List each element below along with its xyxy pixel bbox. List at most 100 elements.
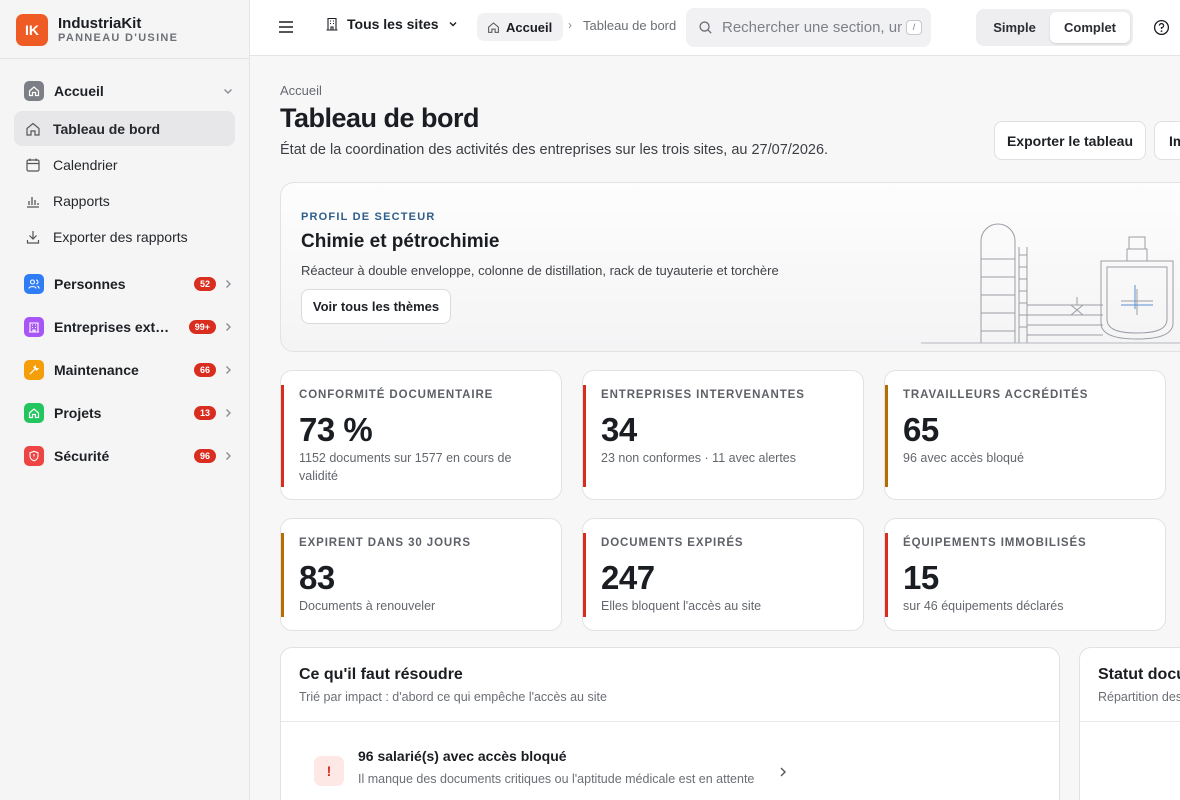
brand[interactable]: IK IndustriaKit PANNEAU D'USINE [16, 14, 178, 46]
kpi-card-entreprises[interactable]: ENTREPRISES INTERVENANTES 34 23 non conf… [582, 370, 864, 500]
sidebar-item-rapports[interactable]: Rapports [14, 183, 235, 218]
export-dashboard-button[interactable]: Exporter le tableau [994, 121, 1146, 160]
status-accent-bar [281, 533, 284, 617]
site-selector[interactable]: Tous les sites [325, 16, 459, 32]
home-outline-icon [488, 21, 499, 33]
panel-divider [281, 721, 1059, 722]
breadcrumb-home[interactable]: Accueil [477, 13, 564, 41]
kpi-value: 83 [299, 559, 335, 596]
home-icon [24, 403, 44, 423]
secondary-action-button[interactable]: Im [1154, 121, 1180, 160]
sidebar-item-label: Rapports [53, 192, 110, 209]
sidebar-group-label: Maintenance [54, 362, 139, 378]
sidebar-group-projets[interactable]: Projets 13 [14, 395, 236, 431]
sector-profile-card: PROFIL DE SECTEUR Chimie et pétrochimie … [280, 182, 1180, 352]
kpi-value: 73 % [299, 411, 373, 448]
shield-icon [24, 446, 44, 466]
top-header: Tous les sites Accueil › Tableau de bord… [250, 0, 1180, 56]
kpi-card-expirent-30-jours[interactable]: EXPIRENT DANS 30 JOURS 83 Documents à re… [280, 518, 562, 631]
chevron-down-icon [449, 22, 457, 27]
keyboard-shortcut: / [906, 20, 922, 35]
status-accent-bar [583, 385, 586, 487]
profile-title: Chimie et pétrochimie [301, 231, 500, 252]
kpi-label: DOCUMENTS EXPIRÉS [601, 537, 744, 549]
brand-logo: IK [16, 14, 48, 46]
building-icon [24, 317, 44, 337]
view-mode-toggle: Simple Complet [976, 9, 1133, 46]
search-input[interactable] [722, 19, 902, 36]
chevron-right-icon [226, 366, 231, 374]
view-themes-button[interactable]: Voir tous les thèmes [301, 289, 451, 324]
kpi-description: 96 avec accès bloqué [903, 451, 1024, 465]
kpi-value: 65 [903, 411, 939, 448]
kpi-description: 1152 documents sur 1577 en cours de vali… [299, 451, 512, 483]
sidebar-group-personnes[interactable]: Personnes 52 [14, 266, 236, 302]
kpi-card-conformite[interactable]: CONFORMITÉ DOCUMENTAIRE 73 % 1152 docume… [280, 370, 562, 500]
panel-subtitle: Trié par impact : d'abord ce qui empêche… [299, 690, 607, 704]
kpi-value: 247 [601, 559, 655, 596]
bar-chart-icon [24, 192, 42, 210]
main-content: Accueil Tableau de bord État de la coord… [250, 57, 1180, 800]
sidebar-item-exporter-des-rapports[interactable]: Exporter des rapports [14, 219, 235, 254]
profile-kicker: PROFIL DE SECTEUR [301, 211, 436, 223]
breadcrumb-home-label: Accueil [506, 19, 553, 35]
profile-description: Réacteur à double enveloppe, colonne de … [301, 263, 779, 278]
sidebar-group-label: Personnes [54, 276, 126, 292]
panel-subtitle: Répartition des documents [1098, 690, 1180, 704]
sidebar-group-entreprises-exterieures[interactable]: Entreprises extérieures 99+ [14, 309, 236, 345]
chemical-plant-illustration-icon [921, 223, 1180, 344]
kpi-description: 23 non conformes · 11 avec alertes [601, 451, 797, 465]
help-icon[interactable] [1153, 19, 1170, 36]
brand-name: IndustriaKit [58, 15, 142, 32]
status-accent-bar [885, 533, 888, 617]
menu-icon[interactable] [276, 17, 296, 37]
kpi-description: Elles bloquent l'accès au site [601, 599, 762, 613]
panel-divider [1080, 721, 1180, 722]
home-icon [24, 81, 44, 101]
sidebar-item-tableau-de-bord[interactable]: Tableau de bord [14, 111, 235, 146]
kpi-description: sur 46 équipements déclarés [903, 599, 1064, 613]
issue-title: 96 salarié(s) avec accès bloqué [358, 748, 567, 764]
sidebar-item-calendrier[interactable]: Calendrier [14, 147, 235, 182]
sidebar-group-label: Entreprises extérieures [54, 319, 176, 335]
kpi-card-equipements-immobilises[interactable]: ÉQUIPEMENTS IMMOBILISÉS 15 sur 46 équipe… [884, 518, 1166, 631]
list-item[interactable]: ! 96 salarié(s) avec accès bloqué Il man… [314, 742, 789, 792]
site-selector-label: Tous les sites [347, 16, 439, 32]
chevron-down-icon [224, 89, 232, 94]
resolve-panel: Ce qu'il faut résoudre Trié par impact :… [280, 647, 1060, 800]
page-subtitle: État de la coordination des activités de… [280, 142, 829, 158]
breadcrumb-current: Tableau de bord [583, 18, 677, 33]
kpi-value: 15 [903, 559, 939, 596]
page-breadcrumb[interactable]: Accueil [280, 83, 322, 98]
count-badge: 99+ [188, 320, 216, 334]
kpi-label: CONFORMITÉ DOCUMENTAIRE [299, 389, 494, 401]
chevron-right-icon [226, 280, 231, 288]
sidebar-group-accueil[interactable]: Accueil [14, 73, 236, 109]
status-accent-bar [281, 385, 284, 487]
sidebar-group-label: Projets [54, 405, 102, 421]
kpi-label: ÉQUIPEMENTS IMMOBILISÉS [903, 537, 1087, 549]
count-badge: 13 [193, 406, 216, 420]
mode-simple-button[interactable]: Simple [979, 12, 1050, 43]
search-icon [699, 21, 712, 34]
sidebar-group-securite[interactable]: Sécurité 96 [14, 438, 236, 474]
download-icon [24, 228, 42, 246]
sidebar-divider [0, 58, 250, 59]
kpi-card-documents-expires[interactable]: DOCUMENTS EXPIRÉS 247 Elles bloquent l'a… [582, 518, 864, 631]
mode-complet-button[interactable]: Complet [1050, 12, 1130, 43]
alert-icon: ! [314, 756, 344, 786]
breadcrumb-separator-icon: › [568, 18, 572, 32]
building-icon [326, 17, 338, 31]
home-outline-icon [24, 120, 42, 138]
chevron-right-icon [226, 452, 231, 460]
panel-title: Statut documentaire [1098, 666, 1180, 683]
status-accent-bar [583, 533, 586, 617]
count-badge: 52 [193, 277, 216, 291]
count-badge: 96 [193, 449, 216, 463]
kpi-card-travailleurs[interactable]: TRAVAILLEURS ACCRÉDITÉS 65 96 avec accès… [884, 370, 1166, 500]
chevron-right-icon [780, 767, 786, 777]
sidebar-group-maintenance[interactable]: Maintenance 66 [14, 352, 236, 388]
kpi-value: 34 [601, 411, 637, 448]
kpi-label: ENTREPRISES INTERVENANTES [601, 389, 805, 401]
status-accent-bar [885, 385, 888, 487]
